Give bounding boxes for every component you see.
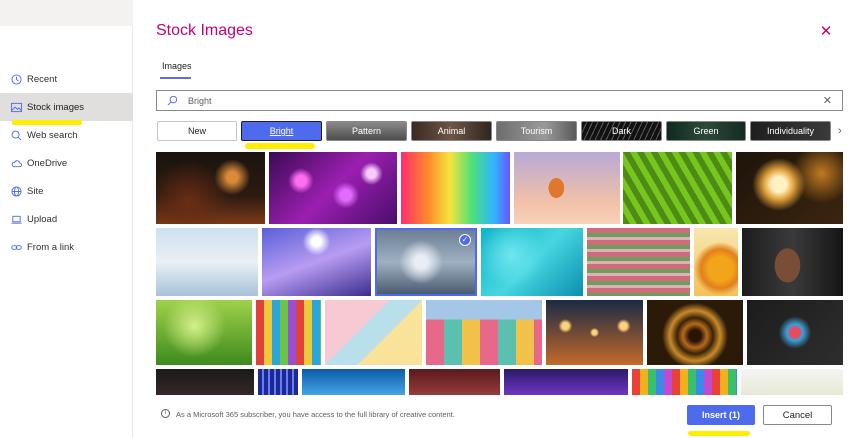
image-tile-green-sprouts[interactable]	[156, 300, 252, 365]
image-tile-green-leaf[interactable]	[623, 152, 732, 224]
image-tile-colorful-building[interactable]	[426, 300, 542, 365]
image-grid: ✓	[156, 152, 843, 395]
chip-dark[interactable]: Dark	[581, 121, 662, 141]
image-tile-frosted-grass[interactable]	[156, 228, 258, 296]
subscriber-info-text: As a Microsoft 365 subscriber, you have …	[176, 410, 455, 419]
chip-tourism[interactable]: Tourism	[496, 121, 577, 141]
image-tile-light-tunnel[interactable]	[647, 300, 743, 365]
image-tile-turquoise-water[interactable]	[481, 228, 583, 296]
highlight-mark	[688, 431, 750, 436]
image-tile-blue-architecture[interactable]	[302, 369, 405, 395]
image-tile-purple-lights[interactable]	[504, 369, 628, 395]
chip-individuality[interactable]: Individuality	[750, 121, 831, 141]
chip-new[interactable]: New	[157, 121, 237, 141]
link-icon	[11, 244, 22, 250]
chip-label: Pattern	[351, 126, 382, 136]
chip-label: Bright	[269, 126, 294, 136]
image-tile-white-bokeh[interactable]	[741, 369, 843, 395]
sidebar-item-site[interactable]: Site	[0, 177, 133, 205]
image-tile-dark-shoes[interactable]	[156, 369, 254, 395]
highlight-mark	[245, 143, 315, 149]
category-chips: New Bright Pattern Animal Tourism Dark G…	[0, 0, 850, 160]
image-tile-rainbow-gradient[interactable]	[401, 152, 510, 224]
chip-animal[interactable]: Animal	[411, 121, 492, 141]
info-icon: i	[161, 409, 170, 418]
chip-pattern[interactable]: Pattern	[326, 121, 407, 141]
image-tile-light-bulb[interactable]	[736, 152, 843, 224]
globe-icon	[11, 185, 22, 197]
image-tile-tulip-field[interactable]	[587, 228, 690, 296]
sidebar-item-upload[interactable]: Upload	[0, 205, 133, 233]
image-tile-musician-stage[interactable]	[156, 152, 265, 224]
chip-label: Animal	[437, 126, 466, 136]
image-tile-colored-pencils[interactable]	[632, 369, 737, 395]
image-tile-makeup-powder[interactable]	[747, 300, 843, 365]
chip-label: Dark	[611, 126, 631, 136]
image-tile-red-pattern[interactable]	[409, 369, 500, 395]
image-tile-pastel-geometry[interactable]	[325, 300, 422, 365]
image-tile-sunflower[interactable]	[694, 228, 738, 296]
image-tile-woman-portrait[interactable]	[742, 228, 843, 296]
image-tile-blue-tiles[interactable]	[258, 369, 298, 395]
insert-button[interactable]: Insert (1)	[687, 405, 755, 425]
checkmark-icon: ✓	[459, 234, 471, 246]
image-tile-concert-lights[interactable]	[262, 228, 371, 296]
image-tile-cloudy-sky[interactable]: ✓	[375, 228, 477, 296]
sidebar-item-from-a-link[interactable]: From a link	[0, 233, 133, 261]
image-tile-hot-air-balloon[interactable]	[514, 152, 620, 224]
image-tile-string-lights[interactable]	[546, 300, 643, 365]
sidebar-item-label: From a link	[27, 241, 74, 253]
chip-label: Green	[693, 126, 719, 136]
image-tile-colorful-chairs[interactable]	[256, 300, 321, 365]
cancel-button[interactable]: Cancel	[763, 405, 832, 425]
sidebar-item-label: Upload	[27, 213, 58, 225]
sidebar-item-label: Site	[27, 185, 44, 197]
chip-bright[interactable]: Bright	[241, 121, 322, 141]
image-tile-purple-bokeh[interactable]	[269, 152, 397, 224]
stock-images-dialog: Recent Stock images Web search OneDrive …	[0, 0, 850, 438]
chip-green[interactable]: Green	[666, 121, 746, 141]
chip-label: New	[187, 126, 206, 136]
chip-label: Tourism	[520, 126, 553, 136]
laptop-icon	[11, 215, 22, 224]
chip-label: Individuality	[766, 126, 815, 136]
chevron-right-icon[interactable]: ›	[838, 125, 842, 137]
